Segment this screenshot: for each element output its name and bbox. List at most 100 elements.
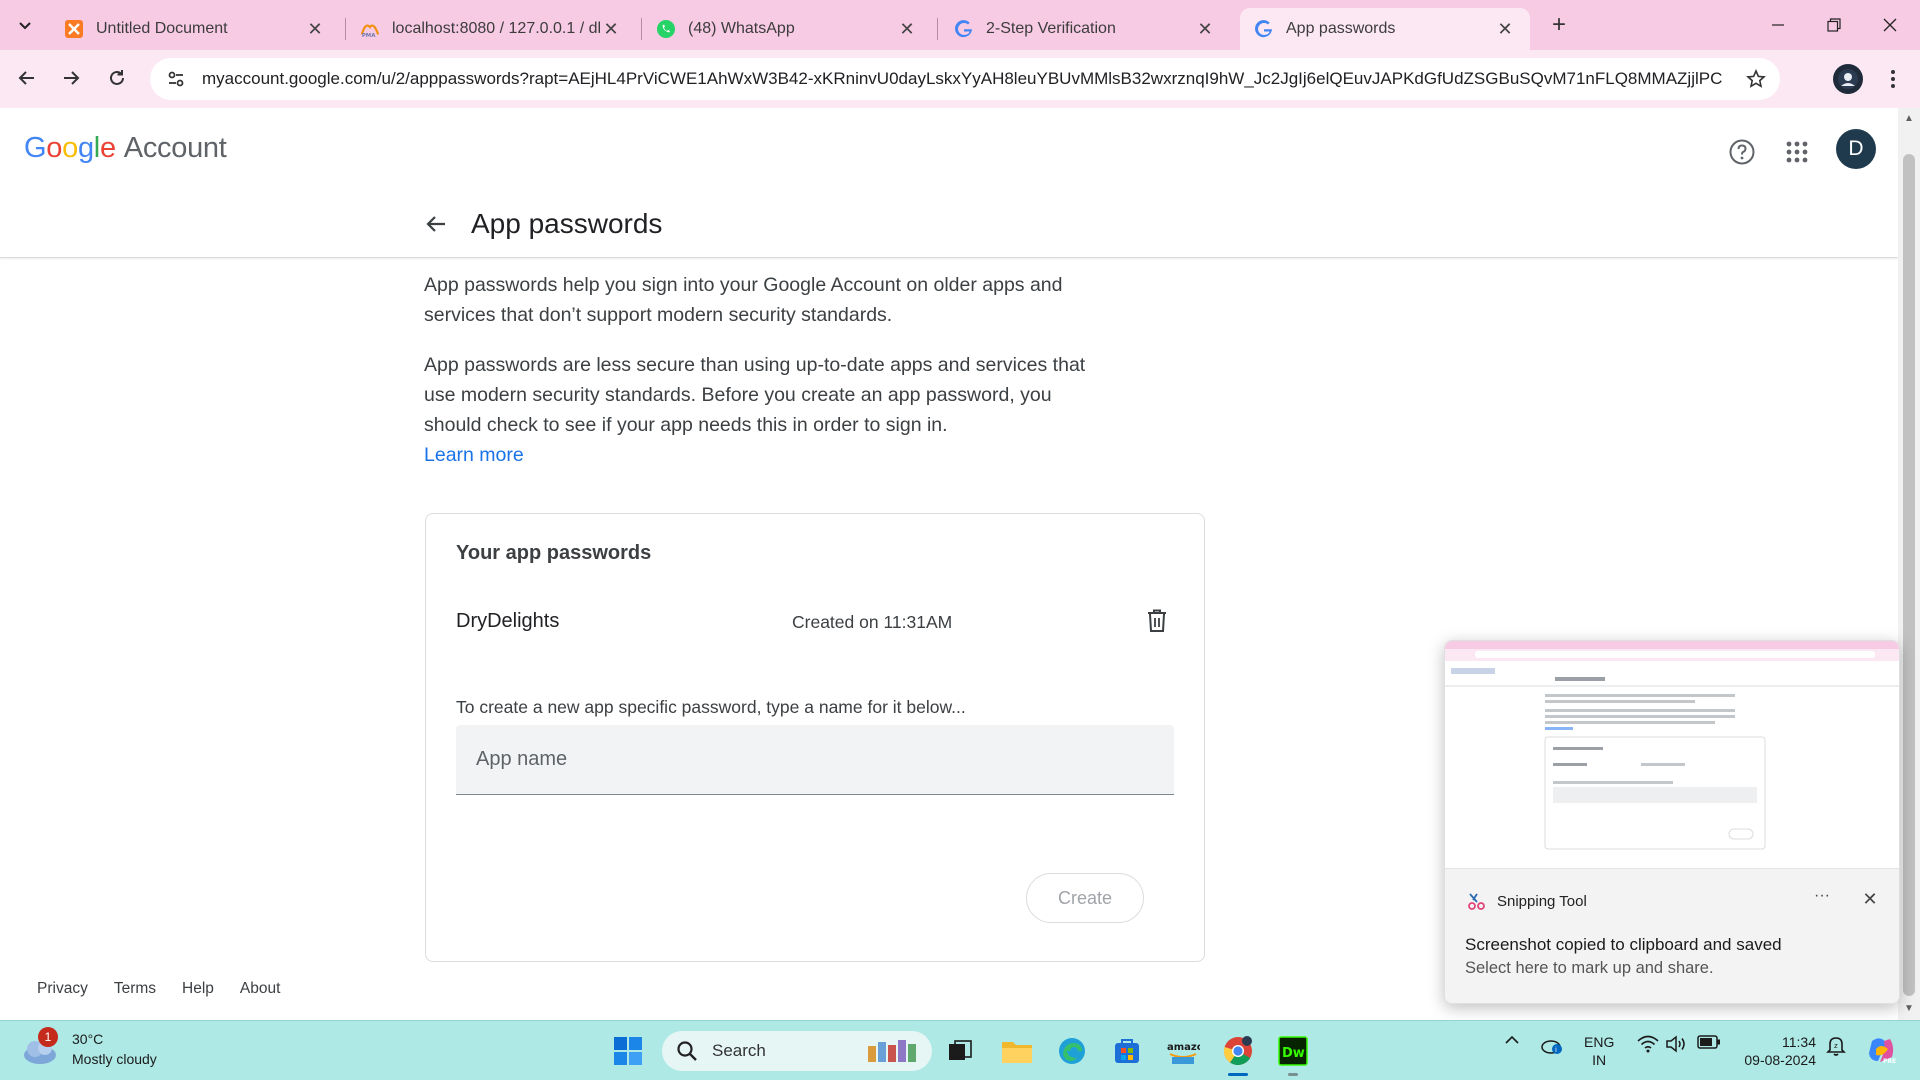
more-vert-icon (1891, 70, 1895, 88)
chrome-button[interactable] (1218, 1031, 1258, 1071)
bell-snooze-icon: z (1826, 1037, 1846, 1056)
google-account-header: Google Account D App passwords (0, 108, 1898, 258)
whatsapp-icon (656, 19, 676, 39)
battery-status[interactable] (1696, 1035, 1722, 1049)
toast-app-name: Snipping Tool (1497, 892, 1587, 910)
store-icon (1115, 1039, 1139, 1063)
google-apps-button[interactable] (1781, 136, 1813, 168)
intro-text: App passwords help you sign into your Go… (424, 270, 1104, 470)
screenshot-thumbnail[interactable] (1445, 641, 1899, 869)
close-icon (1883, 18, 1897, 32)
weather-temperature: 30°C (72, 1031, 104, 1047)
browser-profile-avatar[interactable] (1833, 64, 1863, 94)
tab-title: localhost:8080 / 127.0.0.1 / db_ (392, 20, 600, 37)
scroll-up-icon[interactable]: ▲ (1904, 114, 1914, 124)
restore-button[interactable] (1806, 0, 1862, 50)
scroll-down-icon[interactable]: ▼ (1904, 1004, 1914, 1014)
region-code: IN (1592, 1052, 1607, 1068)
search-label: Search (712, 1041, 766, 1060)
volume-status[interactable] (1664, 1035, 1688, 1053)
google-account-logo[interactable]: Google Account (24, 132, 227, 165)
footer-link-terms[interactable]: Terms (114, 980, 156, 998)
bookmark-star-icon[interactable] (1742, 65, 1770, 93)
url-text[interactable]: myaccount.google.com/u/2/apppasswords?ra… (202, 69, 1722, 89)
profile-icon (1838, 69, 1858, 89)
site-info-icon[interactable] (156, 59, 196, 99)
dreamweaver-button[interactable]: Dw (1273, 1031, 1313, 1071)
wifi-status[interactable] (1636, 1035, 1660, 1053)
help-button[interactable] (1726, 136, 1758, 168)
copilot-icon: PRE (1869, 1038, 1896, 1065)
system-clock[interactable]: 11:34 09-08-2024 (1736, 1033, 1816, 1069)
close-window-button[interactable] (1862, 0, 1918, 50)
file-explorer-button[interactable] (997, 1031, 1037, 1071)
app-name-input[interactable] (456, 725, 1174, 795)
amazon-button[interactable]: amazon (1163, 1031, 1203, 1071)
browser-menu-button[interactable] (1878, 64, 1908, 94)
close-tab-icon[interactable]: ✕ (600, 18, 622, 40)
tab-untitled-document[interactable]: Untitled Document ✕ (50, 8, 340, 50)
forward-button[interactable] (52, 59, 90, 97)
close-tab-icon[interactable]: ✕ (304, 18, 326, 40)
close-tab-icon[interactable]: ✕ (896, 18, 918, 40)
learn-more-link[interactable]: Learn more (424, 440, 524, 470)
svg-text:Dw: Dw (1282, 1046, 1305, 1061)
address-bar[interactable]: myaccount.google.com/u/2/apppasswords?ra… (150, 58, 1780, 100)
task-view-button[interactable] (940, 1031, 980, 1071)
toast-body[interactable]: Snipping Tool ··· ✕ Screenshot copied to… (1445, 869, 1899, 1003)
tab-title: (48) WhatsApp (688, 20, 795, 37)
account-avatar[interactable]: D (1836, 129, 1876, 169)
minimize-button[interactable] (1750, 0, 1806, 50)
onedrive-status-button[interactable]: i (1538, 1035, 1566, 1055)
folder-icon (1002, 1042, 1032, 1063)
toast-close-icon[interactable]: ✕ (1858, 887, 1882, 911)
toast-more-button[interactable]: ··· (1807, 887, 1837, 905)
language-code: ENG (1584, 1034, 1615, 1050)
back-button[interactable] (8, 59, 46, 97)
create-button[interactable]: Create (1026, 873, 1144, 923)
footer-link-privacy[interactable]: Privacy (37, 980, 88, 998)
dreamweaver-icon: Dw (1278, 1036, 1308, 1066)
task-view-icon (949, 1040, 972, 1060)
tab-search-button[interactable] (8, 8, 42, 42)
snipping-tool-notification[interactable]: Snipping Tool ··· ✕ Screenshot copied to… (1444, 640, 1900, 1004)
page-scrollbar[interactable]: ▲ ▼ (1898, 108, 1920, 1020)
edge-button[interactable] (1052, 1031, 1092, 1071)
account-wordmark: Account (123, 132, 227, 164)
notification-bell-button[interactable]: z (1824, 1035, 1848, 1057)
weather-alert-badge: 1 (38, 1027, 58, 1047)
svg-text:PRE: PRE (1883, 1058, 1896, 1065)
microsoft-store-button[interactable] (1107, 1031, 1147, 1071)
speaker-icon (1666, 1035, 1685, 1053)
svg-text:z: z (1834, 1042, 1838, 1050)
clock-time: 11:34 (1782, 1034, 1816, 1050)
taskbar-search[interactable]: Search (662, 1031, 932, 1071)
close-tab-icon[interactable]: ✕ (1194, 18, 1216, 40)
create-hint-text: To create a new app specific password, t… (456, 697, 966, 717)
start-button[interactable] (608, 1031, 648, 1071)
toast-subtitle: Select here to mark up and share. (1465, 959, 1714, 977)
weather-widget[interactable]: 1 30°C Mostly cloudy (20, 1027, 157, 1069)
wifi-icon (1637, 1035, 1659, 1053)
page-footer: Privacy Terms Help About (37, 980, 280, 998)
tab-phpmyadmin[interactable]: PMA localhost:8080 / 127.0.0.1 / db_ ✕ (346, 8, 636, 50)
footer-link-about[interactable]: About (240, 980, 281, 998)
tab-whatsapp[interactable]: (48) WhatsApp ✕ (642, 8, 932, 50)
back-page-button[interactable] (420, 208, 452, 240)
svg-text:i: i (1555, 1046, 1557, 1054)
reload-button[interactable] (98, 59, 136, 97)
tab-app-passwords[interactable]: App passwords ✕ (1240, 8, 1530, 50)
copilot-button[interactable]: PRE (1864, 1035, 1898, 1065)
tab-2-step-verification[interactable]: 2-Step Verification ✕ (940, 8, 1230, 50)
input-language-indicator[interactable]: ENG IN (1584, 1033, 1614, 1069)
close-tab-icon[interactable]: ✕ (1494, 18, 1516, 40)
tab-title: 2-Step Verification (986, 20, 1116, 37)
scrollbar-thumb[interactable] (1903, 154, 1915, 996)
restore-icon (1827, 18, 1841, 32)
footer-link-help[interactable]: Help (182, 980, 214, 998)
arrow-right-icon (64, 71, 80, 85)
new-tab-button[interactable]: + (1544, 10, 1574, 40)
show-hidden-icons-button[interactable] (1502, 1035, 1522, 1045)
toast-app-label: Snipping Tool (1467, 891, 1587, 911)
delete-password-button[interactable] (1142, 606, 1172, 636)
